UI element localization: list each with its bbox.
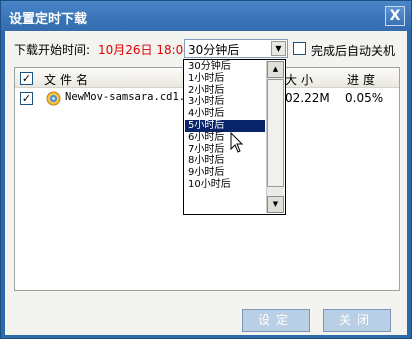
dropdown-option[interactable]: 30分钟后 [185,61,265,73]
dropdown-option[interactable]: 4小时后 [185,108,265,120]
video-file-icon [46,91,61,106]
file-progress: 0.05% [345,91,384,105]
dropdown-option[interactable]: 1小时后 [185,73,265,85]
row-checkbox[interactable]: ✓ [20,92,33,105]
dropdown-option[interactable]: 6小时后 [185,132,265,144]
column-header-name[interactable]: 文件名 [44,71,92,88]
title-bar[interactable]: 设置定时下载 X [1,1,411,31]
close-icon[interactable]: X [385,6,405,26]
scroll-down-icon[interactable]: ▼ [267,196,284,213]
file-size: 02.22M [285,91,330,105]
mouse-pointer-icon [230,132,244,153]
dropdown-scrollbar[interactable]: ▲ ▼ [266,61,284,213]
delay-select[interactable]: 30分钟后 ▼ [184,39,288,58]
dialog-title: 设置定时下载 [9,12,88,27]
shutdown-checkbox[interactable] [293,42,306,55]
dropdown-option[interactable]: 2小时后 [185,85,265,97]
scroll-up-icon[interactable]: ▲ [267,61,284,78]
start-time-value: 10月26日 18:04 [98,43,191,57]
shutdown-label: 完成后自动关机 [311,44,396,58]
chevron-down-icon[interactable]: ▼ [271,41,286,56]
dropdown-option[interactable]: 7小时后 [185,144,265,156]
dropdown-option[interactable]: 3小时后 [185,96,265,108]
column-header-size[interactable]: 大小 [285,71,317,88]
select-all-checkbox[interactable]: ✓ [20,72,33,85]
dropdown-option[interactable]: 10小时后 [185,179,265,191]
start-time-label: 下载开始时间: [14,43,91,57]
dropdown-option[interactable]: 9小时后 [185,167,265,179]
dropdown-option-selected[interactable]: 5小时后 [185,120,265,132]
delay-select-value: 30分钟后 [188,43,240,57]
scroll-thumb[interactable] [267,79,284,187]
file-name: NewMov-samsara.cd1.a [65,91,192,103]
schedule-download-dialog: 设置定时下载 X 下载开始时间: 10月26日 18:04 30分钟后 ▼ 完成… [0,0,412,339]
dropdown-option[interactable]: 8小时后 [185,155,265,167]
close-button[interactable]: 关闭 [323,309,391,332]
column-header-progress[interactable]: 进度 [347,71,379,88]
set-button[interactable]: 设定 [242,309,310,332]
